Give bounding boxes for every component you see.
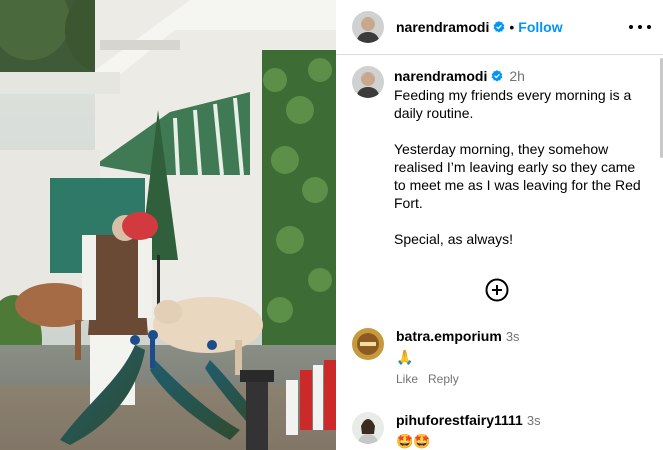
- reply-comment-button[interactable]: Reply: [428, 372, 459, 386]
- comment-item: pihuforestfairy1111 3s 🤩🤩: [352, 412, 652, 450]
- star-struck-emoji: 🤩🤩: [396, 433, 431, 449]
- caption-text: Feeding my friends every morning is a da…: [394, 87, 641, 247]
- commenter-avatar[interactable]: [352, 412, 384, 444]
- post-side-panel: narendramodi • Follow narendramodi 2h Fe…: [336, 0, 663, 450]
- author-username[interactable]: narendramodi: [396, 19, 489, 35]
- caption-avatar[interactable]: [352, 66, 384, 98]
- verified-badge-icon: [493, 21, 505, 33]
- post-photo[interactable]: [0, 0, 336, 450]
- separator-dot: •: [509, 19, 515, 35]
- comment-username[interactable]: pihuforestfairy1111: [396, 412, 523, 428]
- more-options-icon[interactable]: [629, 17, 651, 37]
- post-caption: narendramodi 2h Feeding my friends every…: [352, 66, 652, 248]
- folded-hands-emoji: 🙏: [396, 349, 414, 365]
- comment-timestamp: 3s: [505, 329, 520, 344]
- verified-badge-icon: [491, 70, 503, 82]
- comment-timestamp: 3s: [526, 413, 541, 428]
- author-avatar[interactable]: [352, 11, 384, 43]
- caption-username[interactable]: narendramodi: [394, 68, 487, 84]
- commenter-avatar[interactable]: [352, 328, 384, 360]
- comment-username[interactable]: batra.emporium: [396, 328, 502, 344]
- like-comment-button[interactable]: Like: [396, 372, 418, 386]
- follow-button[interactable]: Follow: [518, 19, 562, 35]
- post-header: narendramodi • Follow: [336, 0, 663, 55]
- add-circle-icon[interactable]: [485, 278, 509, 302]
- caption-timestamp[interactable]: 2h: [509, 68, 525, 84]
- comment-item: batra.emporium 3s 🙏 Like Reply: [352, 328, 652, 386]
